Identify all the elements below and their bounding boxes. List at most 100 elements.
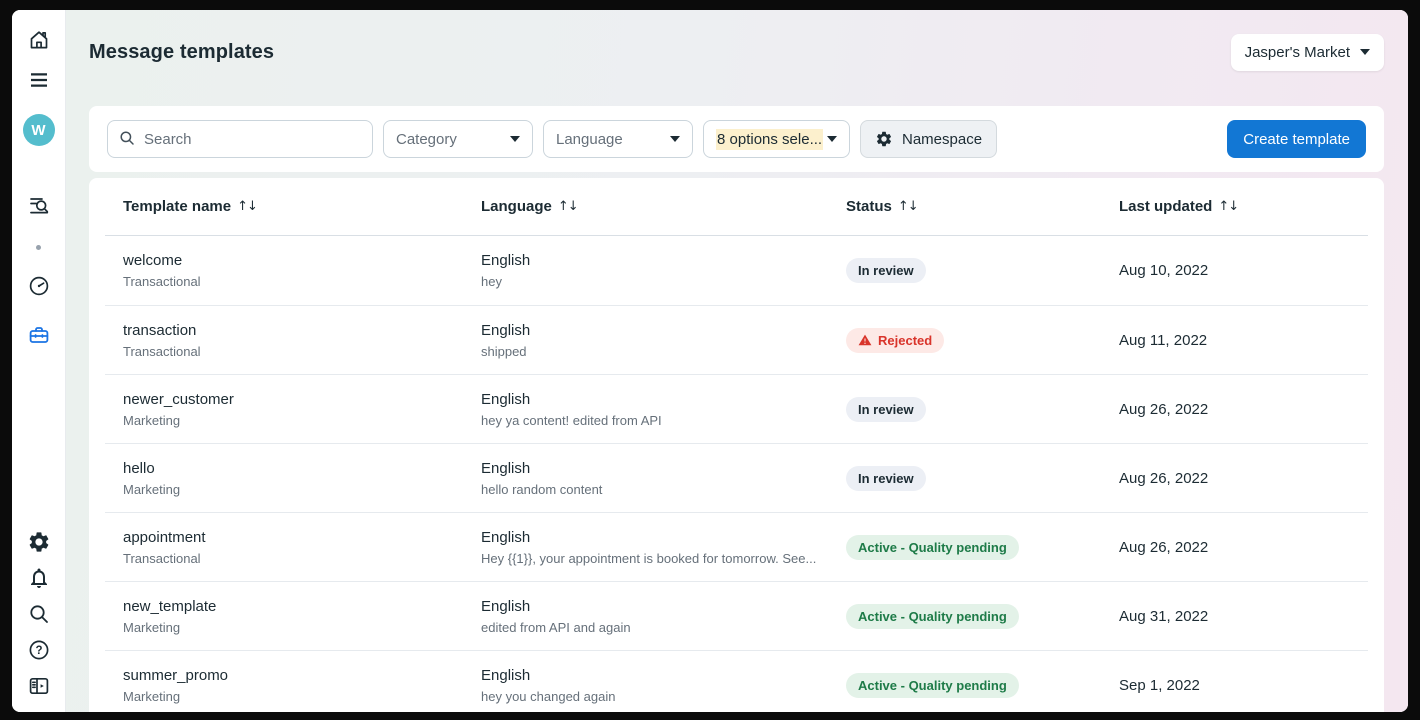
status-badge: In review bbox=[846, 396, 926, 422]
template-content-preview: hey you changed again bbox=[481, 688, 616, 704]
account-name: Jasper's Market bbox=[1244, 43, 1350, 61]
table-row[interactable]: newer_customer Marketing English hey ya … bbox=[105, 374, 1368, 443]
namespace-button[interactable]: Namespace bbox=[860, 120, 998, 158]
avatar[interactable]: W bbox=[22, 114, 55, 146]
status-badge: Active - Quality pending bbox=[846, 534, 1019, 560]
template-category: Transactional bbox=[123, 550, 201, 566]
template-language: English bbox=[481, 528, 531, 546]
template-language: English bbox=[481, 666, 531, 684]
sidebar: W ? bbox=[12, 10, 66, 712]
namespace-label: Namespace bbox=[902, 130, 983, 148]
template-category: Transactional bbox=[123, 274, 201, 289]
template-category: Marketing bbox=[123, 688, 181, 704]
home-icon[interactable] bbox=[27, 28, 51, 52]
notification-dot bbox=[36, 245, 41, 250]
category-dropdown[interactable]: Category bbox=[383, 120, 533, 158]
category-dropdown-label: Category bbox=[396, 130, 457, 148]
chevron-down-icon bbox=[670, 136, 680, 142]
status-badge: Active - Quality pending bbox=[846, 603, 1019, 629]
last-updated-date: Aug 31, 2022 bbox=[1119, 607, 1209, 625]
language-dropdown-label: Language bbox=[556, 130, 623, 148]
template-search-icon[interactable] bbox=[27, 193, 51, 217]
status-text: Rejected bbox=[878, 332, 933, 348]
sort-icon[interactable]: ↑↓ bbox=[237, 199, 258, 214]
template-language: English bbox=[481, 459, 531, 477]
column-header-status[interactable]: Status ↑↓ bbox=[846, 198, 1119, 215]
search-input-icon bbox=[120, 131, 134, 145]
page-title: Message templates bbox=[89, 40, 275, 63]
status-text: In review bbox=[858, 263, 914, 278]
last-updated-date: Aug 11, 2022 bbox=[1119, 331, 1208, 349]
gear-icon bbox=[876, 131, 892, 147]
template-content-preview: hey ya content! edited from API bbox=[481, 412, 662, 428]
create-template-button[interactable]: Create template bbox=[1227, 120, 1366, 158]
sort-icon[interactable]: ↑↓ bbox=[898, 199, 919, 214]
status-badge: Active - Quality pending bbox=[846, 672, 1019, 698]
template-name[interactable]: new_template bbox=[123, 597, 481, 616]
panel-toggle-icon[interactable] bbox=[27, 674, 51, 698]
templates-table: Template name ↑↓ Language ↑↓ Status ↑↓ L… bbox=[89, 178, 1384, 712]
bell-icon[interactable] bbox=[27, 566, 51, 590]
status-text: In review bbox=[858, 470, 914, 486]
column-header-last-updated[interactable]: Last updated ↑↓ bbox=[1119, 198, 1368, 215]
column-header-language[interactable]: Language ↑↓ bbox=[481, 198, 846, 215]
status-badge: Rejected bbox=[846, 327, 945, 353]
settings-gear-icon[interactable] bbox=[27, 530, 51, 554]
search-icon[interactable] bbox=[27, 602, 51, 626]
toolbox-icon[interactable] bbox=[27, 323, 51, 347]
table-row[interactable]: hello Marketing English hello random con… bbox=[105, 443, 1368, 512]
page-header: Message templates Jasper's Market bbox=[89, 26, 1384, 78]
status-badge: In review bbox=[846, 258, 926, 283]
template-name[interactable]: welcome bbox=[123, 251, 481, 270]
search-input[interactable] bbox=[107, 120, 373, 158]
template-content-preview: hey bbox=[481, 274, 502, 289]
template-category: Transactional bbox=[123, 343, 201, 359]
template-name[interactable]: appointment bbox=[123, 528, 481, 547]
template-name[interactable]: newer_customer bbox=[123, 390, 481, 409]
help-icon[interactable]: ? bbox=[27, 638, 51, 662]
template-content-preview: Hey {{1}}, your appointment is booked fo… bbox=[481, 550, 817, 566]
column-header-template-name[interactable]: Template name ↑↓ bbox=[123, 198, 481, 215]
chevron-down-icon bbox=[1360, 49, 1370, 55]
template-content-preview: shipped bbox=[481, 343, 527, 359]
chevron-down-icon bbox=[510, 136, 520, 142]
status-text: Active - Quality pending bbox=[858, 608, 1007, 624]
dashboard-gauge-icon[interactable] bbox=[27, 274, 51, 298]
search-box bbox=[107, 120, 373, 158]
template-name[interactable]: hello bbox=[123, 459, 481, 478]
warning-icon bbox=[858, 334, 872, 346]
table-row[interactable]: appointment Transactional English Hey {{… bbox=[105, 512, 1368, 581]
language-dropdown[interactable]: Language bbox=[543, 120, 693, 158]
last-updated-date: Aug 26, 2022 bbox=[1119, 538, 1209, 556]
status-text: Active - Quality pending bbox=[858, 539, 1007, 555]
table-row[interactable]: new_template Marketing English edited fr… bbox=[105, 581, 1368, 650]
table-row[interactable]: summer_promo Marketing English hey you c… bbox=[105, 650, 1368, 712]
last-updated-date: Aug 10, 2022 bbox=[1119, 262, 1209, 279]
status-badge: In review bbox=[846, 465, 926, 491]
table-header-row: Template name ↑↓ Language ↑↓ Status ↑↓ L… bbox=[105, 178, 1368, 236]
status-text: Active - Quality pending bbox=[858, 677, 1007, 693]
template-content-preview: hello random content bbox=[481, 481, 603, 497]
template-name[interactable]: summer_promo bbox=[123, 666, 481, 685]
chevron-down-icon bbox=[827, 136, 837, 142]
status-options-label: 8 options sele... bbox=[716, 128, 824, 150]
last-updated-date: Aug 26, 2022 bbox=[1119, 400, 1209, 418]
status-text: In review bbox=[858, 401, 914, 417]
template-content-preview: edited from API and again bbox=[481, 619, 631, 635]
main-content: Message templates Jasper's Market Catego… bbox=[66, 10, 1408, 712]
table-body: welcome Transactional English hey In rev… bbox=[105, 236, 1368, 712]
account-switcher[interactable]: Jasper's Market bbox=[1230, 33, 1384, 71]
sort-icon[interactable]: ↑↓ bbox=[1218, 199, 1239, 214]
menu-icon[interactable] bbox=[27, 68, 51, 92]
template-language: English bbox=[481, 390, 531, 408]
svg-text:?: ? bbox=[35, 645, 42, 657]
template-language: English bbox=[481, 321, 531, 339]
template-name[interactable]: transaction bbox=[123, 321, 481, 340]
template-category: Marketing bbox=[123, 619, 181, 635]
table-row[interactable]: welcome Transactional English hey In rev… bbox=[105, 236, 1368, 305]
sort-icon[interactable]: ↑↓ bbox=[558, 199, 579, 214]
status-options-dropdown[interactable]: 8 options sele... bbox=[703, 120, 850, 158]
template-language: English bbox=[481, 597, 531, 615]
filter-bar: Category Language 8 options sele... Name… bbox=[89, 106, 1384, 172]
table-row[interactable]: transaction Transactional English shippe… bbox=[105, 305, 1368, 374]
